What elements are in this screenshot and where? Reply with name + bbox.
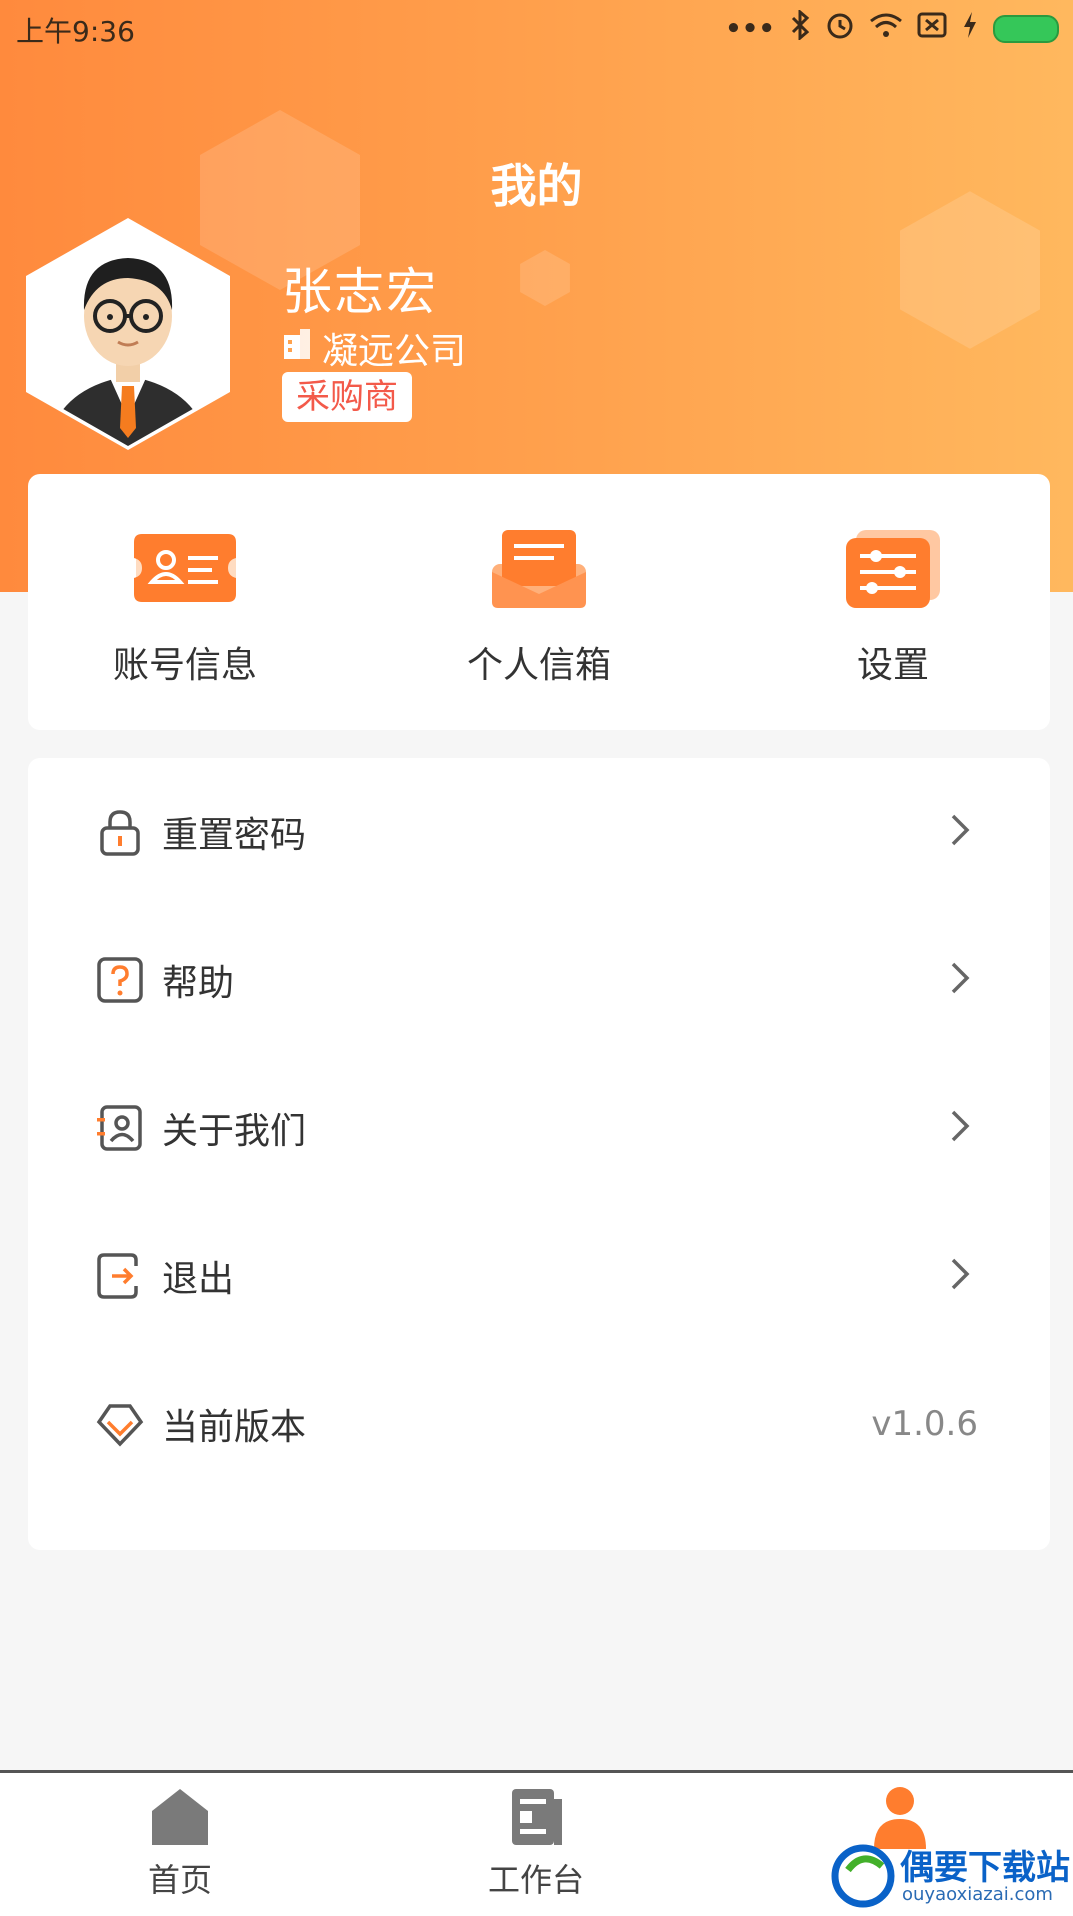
watermark-title: 偶要下载站 xyxy=(900,1848,1070,1888)
quick-actions-card: 账号信息 个人信箱 设置 xyxy=(28,474,1050,730)
menu-item-label: 帮助 xyxy=(162,963,235,1004)
menu-item-help[interactable]: 帮助 xyxy=(28,906,1050,1054)
document-icon xyxy=(504,1785,568,1849)
menu-item-label: 关于我们 xyxy=(162,1111,307,1152)
building-icon xyxy=(282,327,312,370)
chevron-right-icon xyxy=(950,955,970,1006)
avatar[interactable] xyxy=(26,218,230,450)
quick-action-settings[interactable]: 设置 xyxy=(768,524,1018,688)
logout-icon xyxy=(96,1252,144,1300)
chevron-right-icon xyxy=(950,1251,970,1302)
more-dots-icon: ••• xyxy=(725,13,775,44)
menu-item-logout[interactable]: 退出 xyxy=(28,1202,1050,1350)
user-name: 张志宏 xyxy=(282,263,438,321)
chevron-right-icon xyxy=(950,1103,970,1154)
menu-item-label: 退出 xyxy=(162,1259,235,1300)
home-icon xyxy=(148,1785,212,1849)
quick-action-label: 账号信息 xyxy=(112,645,257,686)
watermark-logo-icon xyxy=(831,1844,895,1908)
menu-item-about-us[interactable]: 关于我们 xyxy=(28,1054,1050,1202)
status-bar: 上午9:36 ••• xyxy=(0,0,1073,56)
tab-home[interactable]: 首页 xyxy=(80,1785,280,1901)
mailbox-icon xyxy=(484,524,594,614)
version-value: v1.0.6 xyxy=(871,1404,978,1444)
watermark: 偶要下载站 ouyaoxiazai.com xyxy=(830,1840,1070,1910)
menu-card: 重置密码 帮助 关于我们 退出 当前版本 v1.0.6 xyxy=(28,758,1050,1550)
company-row: 凝远公司 xyxy=(282,322,466,374)
wifi-icon xyxy=(869,11,903,46)
menu-item-label: 当前版本 xyxy=(162,1407,307,1448)
tab-label: 首页 xyxy=(147,1861,212,1899)
page-title: 我的 xyxy=(490,159,583,213)
status-time: 上午9:36 xyxy=(16,15,135,48)
company-name: 凝远公司 xyxy=(322,331,467,372)
tab-label: 工作台 xyxy=(487,1861,584,1899)
lock-icon xyxy=(96,808,144,856)
quick-action-account-info[interactable]: 账号信息 xyxy=(60,524,310,688)
quick-action-mailbox[interactable]: 个人信箱 xyxy=(414,524,664,688)
quick-action-label: 个人信箱 xyxy=(466,645,611,686)
quick-action-label: 设置 xyxy=(856,645,929,686)
diamond-icon xyxy=(96,1400,144,1448)
battery-icon xyxy=(993,14,1059,43)
contact-card-icon xyxy=(96,1104,144,1152)
menu-item-label: 重置密码 xyxy=(162,815,307,856)
role-badge: 采购商 xyxy=(282,372,412,422)
charging-icon xyxy=(961,10,979,47)
watermark-url: ouyaoxiazai.com xyxy=(902,1884,1053,1905)
chevron-right-icon xyxy=(950,807,970,858)
id-card-icon xyxy=(130,524,240,614)
menu-item-reset-password[interactable]: 重置密码 xyxy=(28,758,1050,906)
help-icon xyxy=(96,956,144,1004)
menu-item-current-version: 当前版本 v1.0.6 xyxy=(28,1350,1050,1498)
tab-workbench[interactable]: 工作台 xyxy=(436,1785,636,1901)
settings-sliders-icon xyxy=(838,524,948,614)
alarm-icon xyxy=(825,10,855,47)
sim-off-icon xyxy=(917,11,947,46)
bluetooth-icon xyxy=(789,8,811,47)
